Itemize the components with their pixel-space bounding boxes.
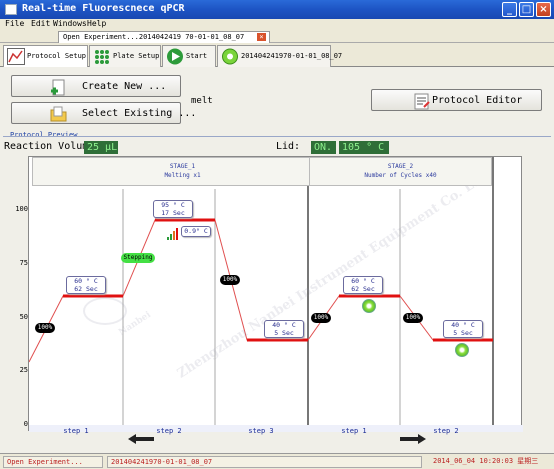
window-title: Real-time Fluorescnece qPCR bbox=[22, 3, 185, 14]
step-time: 62 Sec bbox=[74, 285, 98, 293]
ramp-rate-badge[interactable]: 100% bbox=[311, 313, 331, 323]
new-document-icon bbox=[51, 79, 65, 96]
ramp-rate-badge[interactable]: 100% bbox=[35, 323, 55, 333]
tab-label: 201404241970-01-01_08_07 bbox=[241, 52, 343, 60]
create-new-button[interactable]: Create New ... bbox=[11, 75, 181, 97]
select-existing-label: Select Existing ... bbox=[82, 108, 197, 119]
status-bar: Open Experiment... 201404241970-01-01_08… bbox=[0, 453, 554, 469]
stage-subtitle: Melting x1 bbox=[164, 172, 201, 179]
app-icon bbox=[5, 4, 17, 15]
menu-edit[interactable]: Edit bbox=[31, 19, 50, 28]
scroll-right-arrow-icon[interactable] bbox=[399, 433, 427, 445]
step-temp-box[interactable]: 40 ° C 5 Sec bbox=[443, 320, 483, 338]
y-tick: 25 bbox=[19, 366, 28, 374]
step-temp-box[interactable]: 40 ° C 5 Sec bbox=[264, 320, 304, 338]
step-temp: 60 ° C bbox=[351, 277, 375, 285]
tab-label: Start bbox=[186, 52, 208, 60]
step-time: 62 Sec bbox=[351, 285, 375, 293]
document-tab-label: Open Experiment...2014042419 70-01-01_08… bbox=[63, 33, 245, 41]
increment-icon bbox=[167, 228, 178, 240]
minimize-button[interactable]: _ bbox=[502, 2, 517, 17]
reaction-volume-value[interactable]: 25 µL bbox=[84, 141, 118, 154]
step-temp-box[interactable]: 95 ° C 17 Sec bbox=[153, 200, 193, 218]
protocol-editor-button[interactable]: Protocol Editor bbox=[371, 89, 542, 111]
step-temp: 95 ° C bbox=[161, 201, 185, 209]
tab-plate-setup[interactable]: Plate Setup bbox=[89, 45, 161, 67]
status-file: 201404241970-01-01_08_07 bbox=[107, 456, 422, 468]
title-bar: Real-time Fluorescnece qPCR _ □ × bbox=[0, 0, 554, 19]
menu-file[interactable]: File bbox=[5, 19, 24, 28]
step-increment-box[interactable]: 0.9° C bbox=[181, 226, 211, 237]
folder-icon bbox=[50, 106, 67, 122]
tab-label: Protocol Setup bbox=[27, 52, 87, 60]
step-time: 5 Sec bbox=[453, 329, 473, 337]
step-temp-box[interactable]: 60 ° C 62 Sec bbox=[66, 276, 106, 294]
close-button[interactable]: × bbox=[536, 2, 551, 17]
y-tick: 50 bbox=[19, 313, 28, 321]
y-tick: 100 bbox=[15, 205, 28, 213]
step-temp-box[interactable]: 60 ° C 62 Sec bbox=[343, 276, 383, 294]
select-existing-button[interactable]: Select Existing ... bbox=[11, 102, 196, 124]
step-temp: 60 ° C bbox=[74, 277, 98, 285]
play-icon bbox=[167, 48, 183, 65]
watermark-logo bbox=[83, 297, 127, 325]
document-tab[interactable]: Open Experiment...2014042419 70-01-01_08… bbox=[58, 31, 270, 43]
y-tick: 75 bbox=[19, 259, 28, 267]
tab-label: Plate Setup bbox=[113, 52, 160, 60]
status-left: Open Experiment... bbox=[3, 456, 103, 468]
divider bbox=[3, 136, 551, 137]
protocol-name: melt bbox=[191, 96, 213, 106]
chart-icon bbox=[7, 48, 25, 65]
ramp-stepping-badge[interactable]: Stepping bbox=[121, 253, 155, 263]
stage-name: STAGE_1 bbox=[169, 163, 196, 170]
stage-subtitle: Number of Cycles x40 bbox=[364, 172, 437, 179]
ramp-rate-badge[interactable]: 100% bbox=[220, 275, 240, 285]
lid-state[interactable]: ON. bbox=[311, 141, 336, 154]
lid-label: Lid: bbox=[276, 141, 301, 152]
status-time: 2014_06_04 10:20:03 星期三 bbox=[433, 457, 539, 465]
step-time: 17 Sec bbox=[161, 209, 185, 217]
stage-name: STAGE_2 bbox=[387, 163, 414, 170]
close-tab-icon[interactable]: × bbox=[257, 33, 266, 41]
maximize-button[interactable]: □ bbox=[519, 2, 534, 17]
stage-header[interactable]: STAGE_2 Number of Cycles x40 bbox=[309, 157, 492, 186]
step-temp: 40 ° C bbox=[451, 321, 475, 329]
step-label: step 1 bbox=[63, 427, 89, 435]
step-label: step 3 bbox=[248, 427, 274, 435]
step-temp: 40 ° C bbox=[272, 321, 296, 329]
y-tick: 0 bbox=[23, 420, 28, 428]
tab-start[interactable]: Start bbox=[162, 45, 216, 67]
scroll-left-arrow-icon[interactable] bbox=[127, 433, 155, 445]
create-new-label: Create New ... bbox=[82, 81, 167, 92]
lid-temp[interactable]: 105 ° C bbox=[339, 141, 389, 154]
stage-header[interactable]: STAGE_1 Melting x1 bbox=[32, 157, 333, 186]
editor-icon bbox=[414, 93, 430, 110]
menu-windows[interactable]: Windows bbox=[53, 19, 87, 28]
menu-help[interactable]: Help bbox=[87, 19, 106, 28]
flower-icon bbox=[222, 48, 238, 65]
tab-protocol-setup[interactable]: Protocol Setup bbox=[3, 45, 88, 68]
grid-icon bbox=[95, 50, 109, 64]
step-time: 5 Sec bbox=[274, 329, 294, 337]
protocol-editor-label: Protocol Editor bbox=[432, 95, 523, 106]
ramp-rate-badge[interactable]: 100% bbox=[403, 313, 423, 323]
preview-section-title: Protocol Preview bbox=[10, 131, 78, 139]
y-axis: 100 75 50 25 0 bbox=[0, 156, 28, 431]
menu-bar: File Edit Windows Help bbox=[0, 19, 554, 31]
tab-experiment[interactable]: 201404241970-01-01_08_07 bbox=[217, 45, 342, 67]
step-label: step 1 bbox=[341, 427, 367, 435]
data-collection-icon[interactable] bbox=[362, 299, 376, 313]
data-collection-icon[interactable] bbox=[455, 343, 469, 357]
